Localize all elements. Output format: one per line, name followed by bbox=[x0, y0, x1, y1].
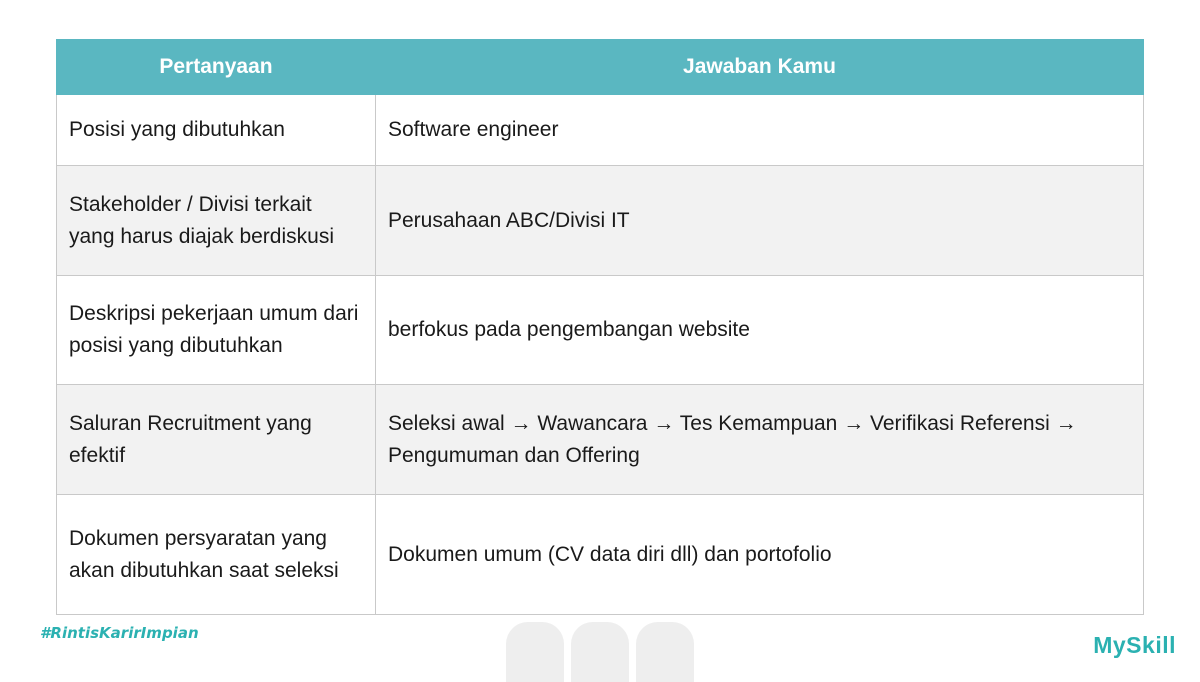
table-row: Dokumen persyaratan yang akan dibutuhkan… bbox=[56, 494, 1144, 615]
question-cell: Saluran Recruitment yang efektif bbox=[56, 384, 376, 495]
table-row: Stakeholder / Divisi terkait yang harus … bbox=[56, 165, 1144, 276]
brand-logo: MySkill bbox=[1093, 632, 1176, 658]
nav-tab-placeholder bbox=[636, 622, 694, 682]
answer-cell: Seleksi awal → Wawancara → Tes Kemampuan… bbox=[375, 384, 1144, 495]
hashtag-label: #RintisKarirImpian bbox=[40, 624, 199, 642]
question-cell: Stakeholder / Divisi terkait yang harus … bbox=[56, 165, 376, 276]
nav-tab-placeholder bbox=[571, 622, 629, 682]
nav-tab-placeholder bbox=[506, 622, 564, 682]
table-row: Saluran Recruitment yang efektif Seleksi… bbox=[56, 384, 1144, 495]
header-answer: Jawaban Kamu bbox=[375, 39, 1144, 95]
answer-cell: Software engineer bbox=[375, 94, 1144, 166]
qa-table: Pertanyaan Jawaban Kamu Posisi yang dibu… bbox=[56, 39, 1144, 615]
table-row: Posisi yang dibutuhkan Software engineer bbox=[56, 94, 1144, 166]
answer-cell: Dokumen umum (CV data diri dll) dan port… bbox=[375, 494, 1144, 615]
answer-cell: Perusahaan ABC/Divisi IT bbox=[375, 165, 1144, 276]
question-cell: Dokumen persyaratan yang akan dibutuhkan… bbox=[56, 494, 376, 615]
table-header-row: Pertanyaan Jawaban Kamu bbox=[56, 39, 1144, 95]
question-cell: Posisi yang dibutuhkan bbox=[56, 94, 376, 166]
table-row: Deskripsi pekerjaan umum dari posisi yan… bbox=[56, 275, 1144, 385]
question-cell: Deskripsi pekerjaan umum dari posisi yan… bbox=[56, 275, 376, 385]
answer-cell: berfokus pada pengembangan website bbox=[375, 275, 1144, 385]
header-question: Pertanyaan bbox=[56, 39, 376, 95]
